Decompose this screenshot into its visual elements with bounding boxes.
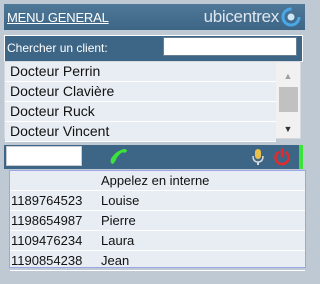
contact-name: Laura <box>101 233 135 248</box>
menu-general-link[interactable]: MENU GENERAL <box>7 10 109 25</box>
brand-logo: ubicentrex <box>204 6 301 28</box>
contact-row[interactable]: 1190854238 Jean <box>10 251 305 271</box>
scroll-up-arrow-icon[interactable]: ▲ <box>276 69 300 83</box>
contact-name: Jean <box>101 253 130 268</box>
contact-row[interactable]: 1109476234 Laura <box>10 231 305 251</box>
power-icon[interactable] <box>273 148 291 166</box>
client-search-input[interactable] <box>163 37 297 56</box>
call-toolbar <box>4 145 303 169</box>
internal-call-dropdown: Appelez en interne 1189764523 Louise 119… <box>9 170 306 271</box>
scroll-down-arrow-icon[interactable]: ▼ <box>276 122 300 136</box>
client-search-bar: Chercher un client: <box>4 35 303 62</box>
scroll-thumb[interactable] <box>279 87 298 112</box>
contact-number: 1189764523 <box>11 193 83 208</box>
contact-name: Louise <box>101 193 140 208</box>
search-label: Chercher un client: <box>7 41 108 55</box>
ubicentrex-swirl-icon <box>281 7 301 27</box>
client-list: Docteur Perrin Docteur Clavière Docteur … <box>4 61 301 142</box>
contact-number: 1198654987 <box>11 213 83 228</box>
contact-row[interactable]: 1198654987 Pierre <box>10 211 305 231</box>
dial-number-input[interactable] <box>6 146 82 166</box>
contact-number: 1190854238 <box>11 253 83 268</box>
client-list-item[interactable]: Docteur Vincent <box>5 122 276 142</box>
phone-handset-icon[interactable] <box>108 147 130 167</box>
client-list-item[interactable]: Docteur Ruck <box>5 102 276 122</box>
contact-name: Pierre <box>101 213 136 228</box>
logo-text: ubicentrex <box>203 7 280 26</box>
dropdown-header-row: Appelez en interne <box>10 171 305 191</box>
client-list-item[interactable]: Docteur Perrin <box>5 62 276 82</box>
microphone-icon[interactable] <box>251 148 265 166</box>
contact-row[interactable]: 1189764523 Louise <box>10 191 305 211</box>
dropdown-header: Appelez en interne <box>101 173 210 188</box>
client-list-item[interactable]: Docteur Clavière <box>5 82 276 102</box>
contact-number: 1109476234 <box>11 233 83 248</box>
app-header: MENU GENERAL ubicentrex <box>4 4 305 30</box>
client-list-scrollbar[interactable]: ▲ ▼ <box>276 62 300 138</box>
